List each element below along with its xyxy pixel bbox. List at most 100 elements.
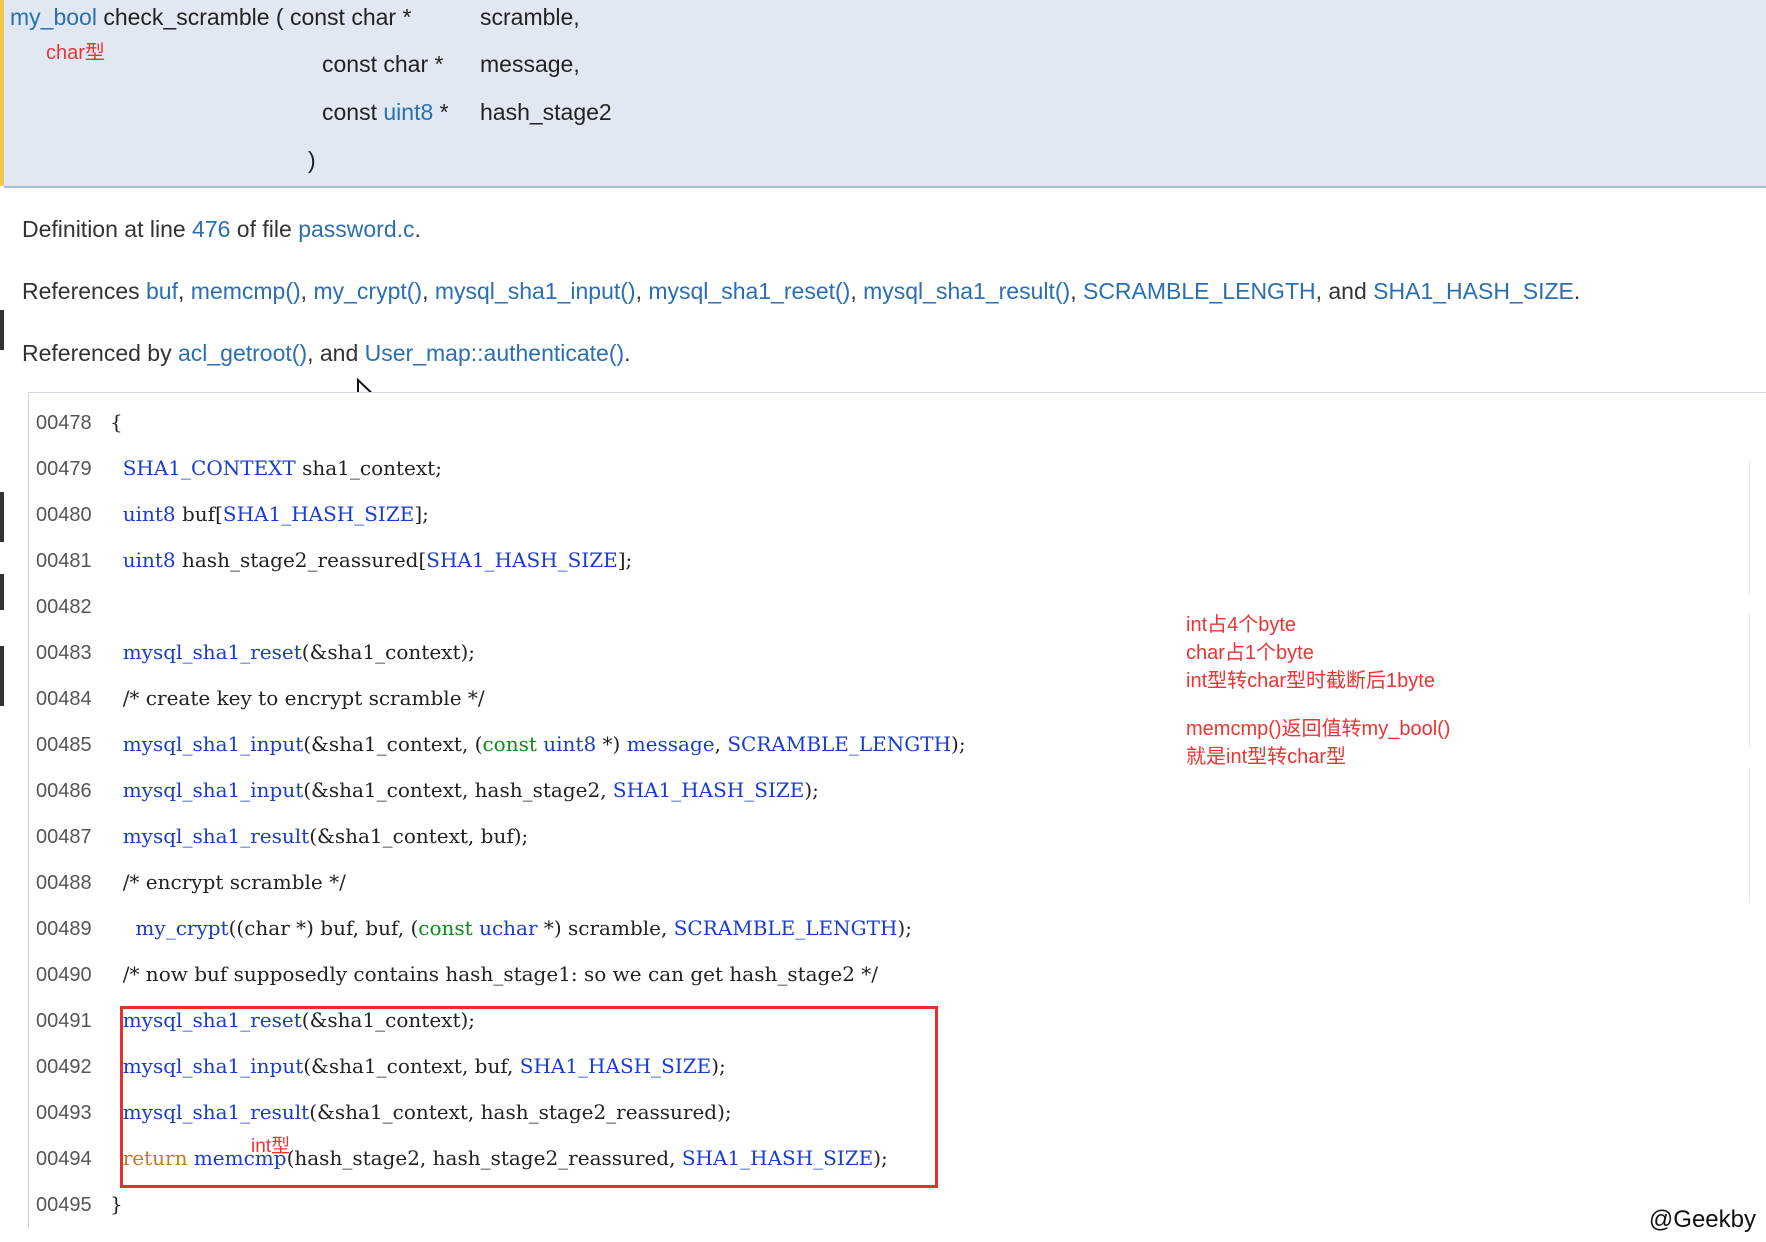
close-paren: ) xyxy=(308,147,316,173)
code-token[interactable]: mysql_sha1_input xyxy=(110,778,304,802)
reference-link[interactable]: memcmp() xyxy=(191,278,301,304)
int-type-annotation: int型 xyxy=(251,1136,291,1157)
annotation-note: int型转char型时截断后1byte xyxy=(1186,670,1435,692)
reference-separator: , xyxy=(850,278,864,304)
code-line: 00495} xyxy=(36,1184,123,1224)
line-number: 00491 xyxy=(36,1010,92,1032)
code-token: const xyxy=(482,732,537,756)
line-number: 00480 xyxy=(36,504,92,526)
code-token[interactable]: SCRAMBLE_LENGTH xyxy=(674,916,898,940)
line-number: 00493 xyxy=(36,1102,92,1124)
code-line: 00489 my_crypt((char *) buf, buf, (const… xyxy=(36,908,912,948)
code-token: *) scramble, xyxy=(537,916,674,940)
uint8-type-link[interactable]: uint8 xyxy=(383,99,433,125)
param-2-type: const char * xyxy=(322,51,444,77)
param-1-type: const char * xyxy=(289,4,412,30)
reference-separator: , xyxy=(422,278,435,304)
code-token: , xyxy=(714,732,728,756)
code-token[interactable]: uint8 xyxy=(543,732,596,756)
line-number: 00483 xyxy=(36,642,92,664)
line-number: 00494 xyxy=(36,1148,92,1170)
code-token[interactable]: SHA1_HASH_SIZE xyxy=(426,548,617,572)
line-number: 00485 xyxy=(36,734,92,756)
code-token[interactable]: uchar xyxy=(479,916,537,940)
code-token: /* create key to encrypt scramble */ xyxy=(110,686,485,710)
code-token: ); xyxy=(804,778,819,802)
line-number: 00495 xyxy=(36,1194,92,1216)
annotation-note: 就是int型转char型 xyxy=(1186,746,1347,768)
code-token: const xyxy=(418,916,473,940)
reference-link[interactable]: my_crypt() xyxy=(313,278,422,304)
definition-line-number-link[interactable]: 476 xyxy=(192,216,230,242)
code-line: 00482 xyxy=(36,586,110,626)
watermark: @Geekby xyxy=(1648,1206,1756,1233)
line-number: 00482 xyxy=(36,596,92,618)
line-number: 00489 xyxy=(36,918,92,940)
function-name: check_scramble xyxy=(103,4,270,30)
referenced-by-link-acl-getroot[interactable]: acl_getroot() xyxy=(178,340,307,366)
code-token[interactable]: SHA1_CONTEXT xyxy=(110,456,296,480)
reference-link[interactable]: mysql_sha1_reset() xyxy=(648,278,850,304)
code-line: 00487 mysql_sha1_result(&sha1_context, b… xyxy=(36,816,528,856)
line-number: 00479 xyxy=(36,458,92,480)
code-token[interactable]: mysql_sha1_result xyxy=(110,824,310,848)
annotation-note: memcmp()返回值转my_bool() xyxy=(1186,718,1451,740)
param-3-type: const uint8 * xyxy=(322,99,449,125)
code-line: 00485 mysql_sha1_input(&sha1_context, (c… xyxy=(36,724,966,764)
code-token[interactable]: uint8 xyxy=(110,548,176,572)
reference-separator: , xyxy=(300,278,314,304)
code-token: } xyxy=(110,1192,123,1216)
code-line: 00486 mysql_sha1_input(&sha1_context, ha… xyxy=(36,770,819,810)
reference-link[interactable]: SCRAMBLE_LENGTH xyxy=(1083,278,1316,304)
line-number: 00488 xyxy=(36,872,92,894)
references-list: buf, memcmp(), my_crypt(), mysql_sha1_in… xyxy=(146,278,1316,304)
code-token: (&sha1_context, buf); xyxy=(309,824,529,848)
code-token[interactable]: SCRAMBLE_LENGTH xyxy=(727,732,951,756)
references-line: References buf, memcmp(), my_crypt(), my… xyxy=(22,278,1581,304)
reference-link[interactable]: mysql_sha1_input() xyxy=(435,278,636,304)
code-token: { xyxy=(110,410,123,434)
definition-file-link[interactable]: password.c xyxy=(298,216,414,242)
highlight-box xyxy=(120,1006,938,1188)
code-token[interactable]: uint8 xyxy=(110,502,176,526)
code-line: 00488 /* encrypt scramble */ xyxy=(36,862,346,902)
return-type-link[interactable]: my_bool xyxy=(10,4,97,30)
signature-first-line: my_bool check_scramble ( const char * xyxy=(10,4,411,31)
code-line: 00478 { xyxy=(36,402,123,442)
left-edge-mark-1 xyxy=(0,310,4,350)
code-token: (&sha1_context); xyxy=(301,640,476,664)
code-line: 00481 uint8 hash_stage2_reassured[SHA1_H… xyxy=(36,540,632,580)
reference-link-sha1-hash-size[interactable]: SHA1_HASH_SIZE xyxy=(1373,278,1574,304)
code-token: buf[ xyxy=(175,502,223,526)
param-1-name: scramble, xyxy=(480,4,580,30)
code-token: sha1_context; xyxy=(295,456,442,480)
code-token: *) xyxy=(596,732,627,756)
reference-separator: , xyxy=(1070,278,1083,304)
code-line: 00480 uint8 buf[SHA1_HASH_SIZE]; xyxy=(36,494,429,534)
param-2-name: message, xyxy=(480,51,580,77)
code-token[interactable]: mysql_sha1_input xyxy=(110,732,304,756)
code-token[interactable]: SHA1_HASH_SIZE xyxy=(613,778,804,802)
reference-separator: , xyxy=(635,278,649,304)
reference-link[interactable]: mysql_sha1_result() xyxy=(863,278,1070,304)
code-token: ((char *) buf, buf, ( xyxy=(228,916,419,940)
code-line: 00479 SHA1_CONTEXT sha1_context; xyxy=(36,448,442,488)
reference-link[interactable]: buf xyxy=(146,278,178,304)
code-token: /* now buf supposedly contains hash_stag… xyxy=(110,962,879,986)
code-line: 00490 /* now buf supposedly contains has… xyxy=(36,954,878,994)
code-token[interactable]: mysql_sha1_reset xyxy=(110,640,302,664)
left-edge-mark-3 xyxy=(0,574,4,610)
code-token: hash_stage2_reassured[ xyxy=(175,548,427,572)
left-edge-mark-4 xyxy=(0,646,4,706)
reference-separator: , xyxy=(178,278,191,304)
line-number: 00484 xyxy=(36,688,92,710)
referenced-by-link-user-map-authenticate[interactable]: User_map::authenticate() xyxy=(365,340,625,366)
code-token[interactable]: my_crypt xyxy=(110,916,228,940)
code-token[interactable]: SHA1_HASH_SIZE xyxy=(223,502,414,526)
open-paren: ( xyxy=(275,4,284,30)
code-token[interactable]: message xyxy=(627,732,715,756)
code-token: ]; xyxy=(617,548,633,572)
left-edge-mark-2 xyxy=(0,492,4,542)
code-token: (&sha1_context, ( xyxy=(303,732,483,756)
code-line: 00483 mysql_sha1_reset(&sha1_context); xyxy=(36,632,475,672)
